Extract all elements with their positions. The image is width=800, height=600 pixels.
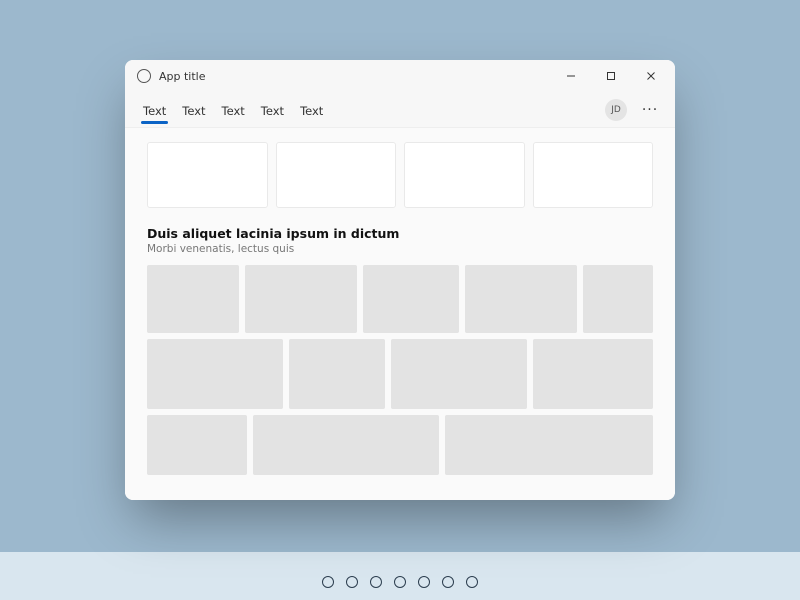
close-button[interactable] <box>631 60 671 92</box>
gallery-tile[interactable] <box>391 339 527 409</box>
gallery-row <box>147 265 653 333</box>
tab-2[interactable]: Text <box>216 98 251 122</box>
pagination-dot[interactable] <box>346 576 358 588</box>
gallery-tile[interactable] <box>147 339 283 409</box>
section-subtitle: Morbi venenatis, lectus quis <box>147 243 653 255</box>
app-window: App title Text Text Text Text Text JD ··… <box>125 60 675 500</box>
pagination-dot[interactable] <box>442 576 454 588</box>
pagination-dot[interactable] <box>394 576 406 588</box>
gallery-tile[interactable] <box>289 339 385 409</box>
content-body: Duis aliquet lacinia ipsum in dictum Mor… <box>125 128 675 500</box>
tab-label: Text <box>222 104 245 118</box>
hero-card[interactable] <box>404 142 525 208</box>
hero-card[interactable] <box>147 142 268 208</box>
tab-label: Text <box>300 104 323 118</box>
gallery-tile[interactable] <box>583 265 653 333</box>
close-icon <box>646 71 656 81</box>
maximize-icon <box>606 71 616 81</box>
tab-label: Text <box>182 104 205 118</box>
minimize-button[interactable] <box>551 60 591 92</box>
gallery-row <box>147 339 653 409</box>
gallery-tile[interactable] <box>465 265 577 333</box>
pagination-dots <box>322 576 478 588</box>
gallery-row <box>147 415 653 475</box>
pagination-dot[interactable] <box>322 576 334 588</box>
gallery-tile[interactable] <box>445 415 653 475</box>
section-title: Duis aliquet lacinia ipsum in dictum <box>147 226 653 241</box>
gallery-tile[interactable] <box>245 265 357 333</box>
hero-card[interactable] <box>533 142 654 208</box>
app-icon <box>137 69 151 83</box>
gallery <box>147 265 653 475</box>
more-button[interactable]: ··· <box>637 97 663 123</box>
tab-strip: Text Text Text Text Text JD ··· <box>125 92 675 128</box>
gallery-tile[interactable] <box>253 415 439 475</box>
hero-card-row <box>147 142 653 208</box>
gallery-tile[interactable] <box>533 339 653 409</box>
hero-card[interactable] <box>276 142 397 208</box>
tab-1[interactable]: Text <box>176 98 211 122</box>
avatar-initials: JD <box>611 105 621 115</box>
pagination-dot[interactable] <box>418 576 430 588</box>
tab-label: Text <box>261 104 284 118</box>
pagination-dot[interactable] <box>370 576 382 588</box>
tab-0[interactable]: Text <box>137 98 172 122</box>
gallery-tile[interactable] <box>147 265 239 333</box>
minimize-icon <box>566 71 576 81</box>
app-title: App title <box>159 70 206 83</box>
tab-label: Text <box>143 104 166 118</box>
avatar[interactable]: JD <box>605 99 627 121</box>
tab-4[interactable]: Text <box>294 98 329 122</box>
tab-3[interactable]: Text <box>255 98 290 122</box>
maximize-button[interactable] <box>591 60 631 92</box>
pagination-dot[interactable] <box>466 576 478 588</box>
gallery-tile[interactable] <box>147 415 247 475</box>
title-bar: App title <box>125 60 675 92</box>
gallery-tile[interactable] <box>363 265 459 333</box>
more-icon: ··· <box>642 102 658 118</box>
